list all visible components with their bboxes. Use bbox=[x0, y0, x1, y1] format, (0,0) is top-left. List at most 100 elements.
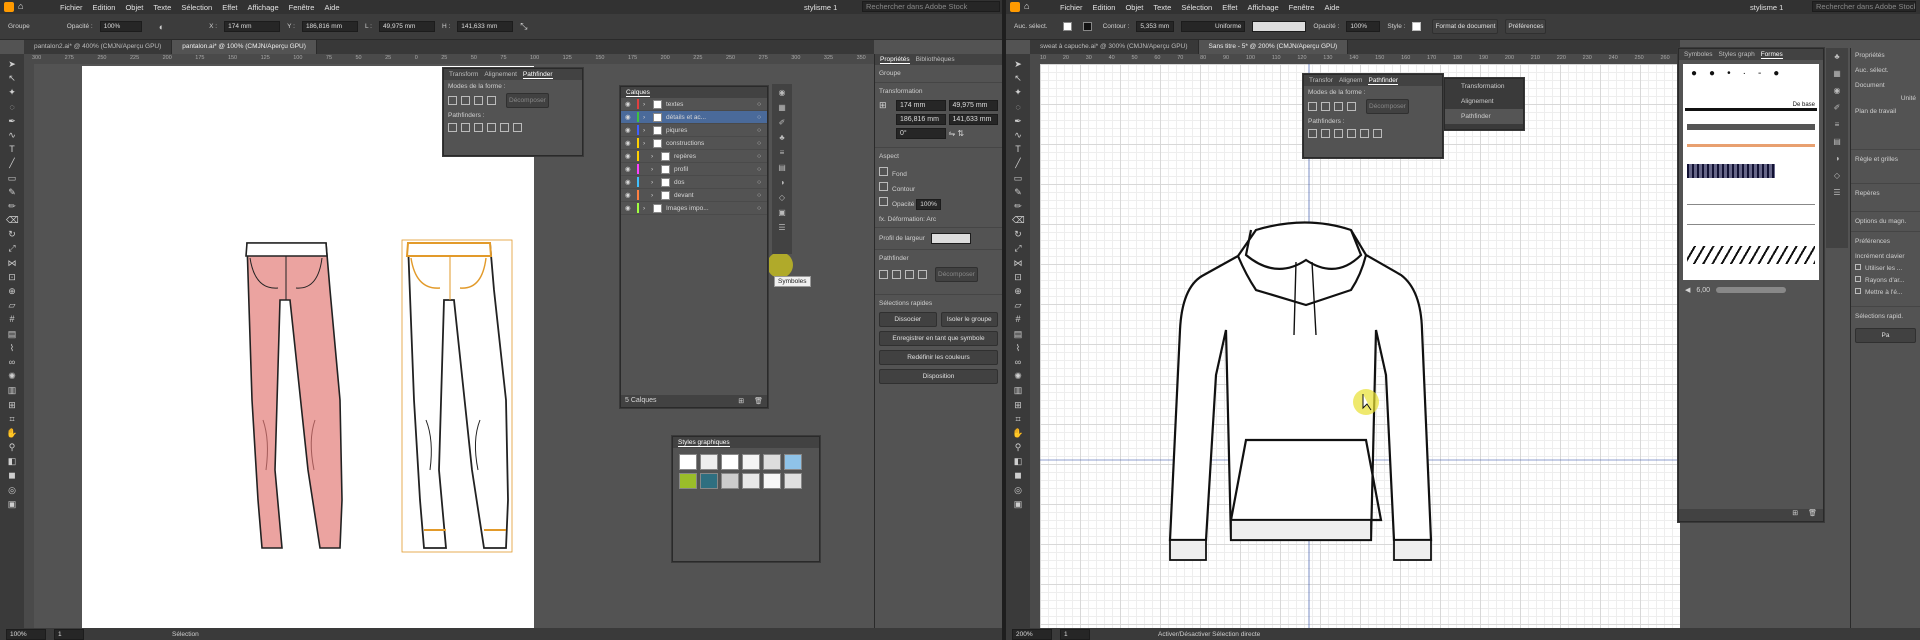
flyout-align[interactable]: Alignement bbox=[1445, 94, 1523, 109]
target-circle-icon[interactable]: ○ bbox=[757, 166, 761, 173]
tab-align[interactable]: Alignem bbox=[1339, 77, 1362, 84]
appearance-icon[interactable]: ◇ bbox=[1834, 171, 1840, 180]
expand-chevron-icon[interactable]: › bbox=[651, 179, 657, 186]
style-swatch[interactable] bbox=[763, 454, 781, 470]
layer-name[interactable]: Images impo... bbox=[666, 205, 709, 212]
exclude-icon[interactable] bbox=[487, 96, 496, 105]
expand-chevron-icon[interactable]: › bbox=[643, 127, 649, 134]
props-opacity-input[interactable]: 100% bbox=[916, 199, 941, 210]
visibility-eye-icon[interactable]: ◉ bbox=[625, 204, 633, 212]
gradient-panel-icon[interactable]: ▤ bbox=[1833, 137, 1841, 146]
target-circle-icon[interactable]: ○ bbox=[757, 140, 761, 147]
checkbox-icon[interactable] bbox=[1855, 276, 1861, 282]
layer-row[interactable]: ◉ › repères ○ bbox=[621, 150, 767, 163]
style-swatch[interactable] bbox=[721, 454, 739, 470]
recolor-button[interactable]: Redéfinir les couleurs bbox=[879, 350, 998, 365]
expand-chevron-icon[interactable]: › bbox=[651, 192, 657, 199]
target-circle-icon[interactable]: ○ bbox=[757, 127, 761, 134]
flyout-pathfinder[interactable]: Pathfinder bbox=[1445, 109, 1523, 124]
props-intersect-icon[interactable] bbox=[905, 270, 914, 279]
crop-icon[interactable] bbox=[487, 123, 496, 132]
visibility-eye-icon[interactable]: ◉ bbox=[625, 113, 633, 121]
minus-back-icon[interactable] bbox=[1373, 129, 1382, 138]
stroke-icon[interactable]: ≡ bbox=[1835, 120, 1840, 129]
outline-icon[interactable] bbox=[1360, 129, 1369, 138]
brush-zigzag[interactable] bbox=[1687, 246, 1815, 264]
layer-row[interactable]: ◉ › dos ○ bbox=[621, 176, 767, 189]
layer-row[interactable]: ◉ › Images impo... ○ bbox=[621, 202, 767, 215]
zoom-select[interactable]: 200% bbox=[1012, 628, 1052, 640]
props-x-input[interactable]: 174 mm bbox=[896, 100, 946, 111]
tab-pathfinder[interactable]: Pathfinder bbox=[1368, 77, 1399, 85]
divide-icon[interactable] bbox=[448, 123, 457, 132]
props-unite-icon[interactable] bbox=[879, 270, 888, 279]
brush-pattern[interactable] bbox=[1687, 164, 1775, 178]
style-swatch[interactable] bbox=[784, 473, 802, 489]
tab-transform[interactable]: Transfor bbox=[1309, 77, 1333, 84]
target-circle-icon[interactable]: ○ bbox=[757, 114, 761, 121]
brushes-icon[interactable]: ✐ bbox=[779, 118, 786, 127]
brush-orange-stroke[interactable] bbox=[1687, 144, 1815, 147]
graphic-styles-icon[interactable]: ▣ bbox=[778, 208, 786, 217]
props-h-input[interactable]: 141,633 mm bbox=[948, 114, 998, 125]
expand-button[interactable]: Décomposer bbox=[1366, 99, 1409, 114]
expand-chevron-icon[interactable]: › bbox=[651, 153, 657, 160]
tab-pathfinder[interactable]: Pathfinder bbox=[522, 71, 553, 79]
layer-row[interactable]: ◉ › profil ○ bbox=[621, 163, 767, 176]
layer-row[interactable]: ◉ › détails et ac... ○ bbox=[621, 111, 767, 124]
minus-back-icon[interactable] bbox=[513, 123, 522, 132]
layer-row[interactable]: ◉ › textes ○ bbox=[621, 98, 767, 111]
props-minus-icon[interactable] bbox=[892, 270, 901, 279]
props-w-input[interactable]: 49,975 mm bbox=[948, 100, 998, 111]
save-symbol-button[interactable]: Enregistrer en tant que symbole bbox=[879, 331, 998, 346]
style-swatch[interactable] bbox=[700, 473, 718, 489]
layer-name[interactable]: dos bbox=[674, 179, 684, 186]
tab-align[interactable]: Alignement bbox=[484, 71, 517, 78]
visibility-eye-icon[interactable]: ◉ bbox=[625, 191, 633, 199]
brush-dots-row[interactable]: ● ● • · - ● bbox=[1683, 64, 1819, 83]
stroke-icon[interactable]: ≡ bbox=[780, 148, 785, 157]
exclude-icon[interactable] bbox=[1347, 102, 1356, 111]
symbols-icon[interactable]: ♣ bbox=[779, 133, 784, 142]
layer-name[interactable]: profil bbox=[674, 166, 688, 173]
tab-symbols[interactable]: Symboles bbox=[1684, 51, 1713, 58]
target-circle-icon[interactable]: ○ bbox=[757, 153, 761, 160]
layer-name[interactable]: textes bbox=[666, 101, 683, 108]
props-stroke-row[interactable]: Contour bbox=[875, 180, 1002, 195]
layer-row[interactable]: ◉ › devant ○ bbox=[621, 189, 767, 202]
visibility-eye-icon[interactable]: ◉ bbox=[625, 139, 633, 147]
artboard-select[interactable]: 1 bbox=[54, 628, 84, 640]
layer-name[interactable]: devant bbox=[674, 192, 694, 199]
props-exclude-icon[interactable] bbox=[918, 270, 927, 279]
trim-icon[interactable] bbox=[461, 123, 470, 132]
style-swatch[interactable] bbox=[742, 473, 760, 489]
stroke-swatch-icon[interactable] bbox=[879, 182, 888, 191]
style-swatch[interactable] bbox=[742, 454, 760, 470]
merge-icon[interactable] bbox=[474, 123, 483, 132]
effect-label[interactable]: Déformation: Arc bbox=[888, 216, 936, 223]
visibility-eye-icon[interactable]: ◉ bbox=[625, 152, 633, 160]
layer-name[interactable]: constructions bbox=[666, 140, 704, 147]
props-fill-row[interactable]: Fond bbox=[875, 165, 1002, 180]
target-circle-icon[interactable]: ○ bbox=[757, 192, 761, 199]
transparency-icon[interactable]: ◑ bbox=[780, 178, 785, 187]
tab-transform[interactable]: Transform bbox=[449, 71, 478, 78]
outline-icon[interactable] bbox=[500, 123, 509, 132]
layer-name[interactable]: détails et ac... bbox=[666, 114, 706, 121]
expand-button[interactable]: Décomposer bbox=[506, 93, 549, 108]
fill-swatch-icon[interactable] bbox=[879, 167, 888, 176]
divide-icon[interactable] bbox=[1308, 129, 1317, 138]
zoom-select[interactable]: 100% bbox=[6, 628, 46, 640]
tab-graphic-styles[interactable]: Styles graph bbox=[1719, 51, 1755, 58]
props-y-input[interactable]: 186,816 mm bbox=[896, 114, 946, 125]
merge-icon[interactable] bbox=[1334, 129, 1343, 138]
new-layer-icon[interactable]: ⊞ bbox=[738, 397, 744, 405]
target-circle-icon[interactable]: ○ bbox=[757, 179, 761, 186]
visibility-eye-icon[interactable]: ◉ bbox=[625, 100, 633, 108]
ungroup-button[interactable]: Dissocier bbox=[879, 312, 937, 327]
layers-panel-icon[interactable]: ☰ bbox=[1833, 188, 1840, 197]
target-circle-icon[interactable]: ○ bbox=[757, 101, 761, 108]
expand-chevron-icon[interactable]: › bbox=[643, 114, 649, 121]
symbols-icon[interactable]: ♣ bbox=[1834, 52, 1839, 61]
arrange-button[interactable]: Disposition bbox=[879, 369, 998, 384]
